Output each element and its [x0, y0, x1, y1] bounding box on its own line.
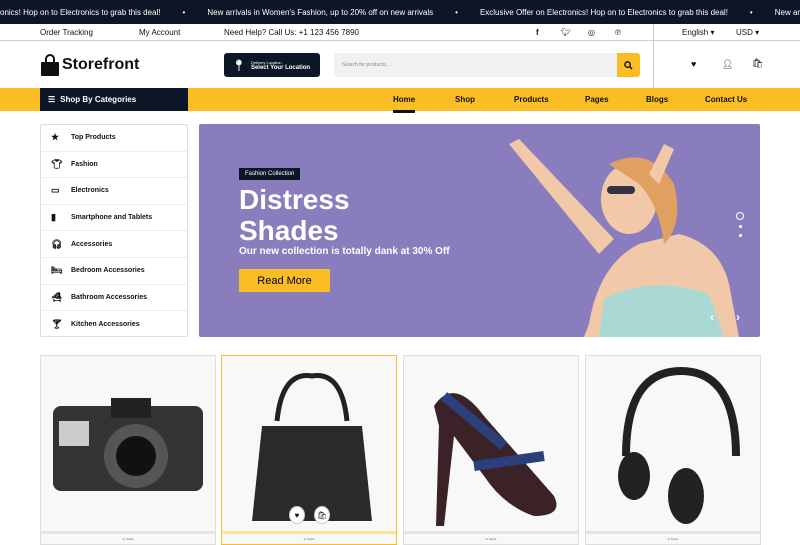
hero-tag: Fashion Collection [239, 168, 301, 180]
nav-blogs[interactable]: Blogs [646, 95, 668, 104]
slide-dot[interactable] [738, 225, 742, 228]
currency-select[interactable]: USD ▾ [736, 28, 759, 37]
next-slide-arrow-icon[interactable]: › [736, 310, 740, 324]
slide-dots [736, 212, 744, 237]
product-image [53, 398, 203, 491]
product-image [434, 392, 557, 526]
product-card-handbag[interactable]: ♥ 🛍︎ In Stock [221, 355, 397, 545]
sidebar-item-bedroom[interactable]: 🛏︎ Bedroom Accessories [41, 258, 187, 285]
user-icon[interactable]: 👤︎ [722, 59, 733, 70]
product-image [618, 366, 740, 524]
sidebar-item-accessories[interactable]: 🎧︎ Accessories [41, 231, 187, 258]
sidebar-item-fashion[interactable]: 👕︎ Fashion [41, 152, 187, 179]
menu-icon: ☰ [48, 95, 56, 104]
location-pin-icon: 📍︎ [232, 59, 246, 72]
nav-shop[interactable]: Shop [455, 95, 475, 104]
nav-contact-us[interactable]: Contact Us [705, 95, 747, 104]
ticker-item: onics! Hop on to Electronics to grab thi… [0, 7, 161, 17]
language-select[interactable]: English ▾ [682, 28, 715, 37]
nav-products[interactable]: Products [514, 95, 549, 104]
help-phone: Need Help? Call Us: +1 123 456 7890 [224, 28, 359, 37]
facebook-icon[interactable]: f [536, 28, 539, 37]
product-card-high-heel[interactable]: In Stock [403, 355, 579, 545]
star-icon: ★ [51, 132, 60, 143]
sidebar-item-bathroom[interactable]: 🛁︎ Bathroom Accessories [41, 285, 187, 312]
wishlist-heart-icon[interactable]: ♥ [289, 506, 305, 524]
headphones-icon: 🎧︎ [51, 238, 63, 249]
logo[interactable]: Storefront [40, 54, 139, 76]
hero-subtitle: Our new collection is totally dank at 30… [239, 246, 450, 257]
product-card-headphones[interactable]: In Stock [585, 355, 761, 545]
category-sidebar: ★ Top Products 👕︎ Fashion ▭ Electronics ▮ Sm… [40, 124, 188, 337]
add-to-cart-bag-icon[interactable]: 🛍︎ [314, 506, 330, 524]
delivery-location-button[interactable]: 📍︎ Delivery Location Select Your Location [224, 53, 320, 77]
cart-bag-icon[interactable]: 🛍︎ [752, 58, 763, 69]
product-card-camera[interactable]: In Stock [40, 355, 216, 545]
search-input[interactable]: Search for products... [334, 53, 640, 77]
bed-icon: 🛏︎ [51, 265, 63, 276]
hero-model-image [509, 139, 739, 337]
shop-by-categories-button[interactable]: ☰ Shop By Categories [40, 88, 188, 111]
nav-home[interactable]: Home [393, 95, 416, 113]
hero-title: Distress Shades [239, 184, 350, 246]
slide-dot-active[interactable] [736, 212, 744, 220]
ticker-item: Exclusive Offer on Electronics! Hop on t… [479, 7, 728, 17]
pinterest-icon[interactable]: ℗ [615, 28, 621, 37]
order-tracking-link[interactable]: Order Tracking [40, 28, 93, 37]
instagram-icon[interactable]: ◎ [588, 28, 595, 37]
product-image [252, 373, 372, 521]
mobile-icon: ▮ [51, 212, 56, 223]
sidebar-item-top-products[interactable]: ★ Top Products [41, 125, 187, 152]
prev-slide-arrow-icon[interactable]: ‹ [710, 310, 714, 324]
ticker-item: New arrivals in Women's Fashion [774, 7, 800, 17]
read-more-button[interactable]: Read More [239, 269, 330, 292]
wishlist-heart-icon[interactable]: ♥ [691, 59, 696, 69]
cocktail-icon: 🍸︎ [51, 318, 63, 329]
tshirt-icon: 👕︎ [51, 158, 63, 169]
tv-icon: ▭ [51, 185, 60, 196]
twitter-icon[interactable]: 🐦︎ [561, 28, 571, 37]
top-bar: Order Tracking My Account Need Help? Cal… [0, 24, 800, 41]
sidebar-item-smartphone[interactable]: ▮ Smartphone and Tablets [41, 205, 187, 232]
shopping-bag-icon [41, 54, 59, 76]
slide-dot[interactable] [738, 234, 742, 237]
nav-pages[interactable]: Pages [585, 95, 609, 104]
sidebar-item-electronics[interactable]: ▭ Electronics [41, 178, 187, 205]
search-button[interactable] [617, 53, 640, 77]
bath-icon: 🛁︎ [51, 291, 63, 302]
my-account-link[interactable]: My Account [139, 28, 180, 37]
ticker-item: New arrivals in Women's Fashion, up to 2… [207, 7, 434, 17]
announcement-ticker: onics! Hop on to Electronics to grab thi… [0, 0, 800, 24]
sidebar-item-kitchen[interactable]: 🍸︎ Kitchen Accessories [41, 311, 187, 338]
hero-banner: Fashion Collection Distress Shades Our ne… [199, 124, 760, 337]
main-nav: ☰ Shop By Categories Home Shop Products P… [0, 88, 800, 113]
search-icon [624, 60, 633, 70]
